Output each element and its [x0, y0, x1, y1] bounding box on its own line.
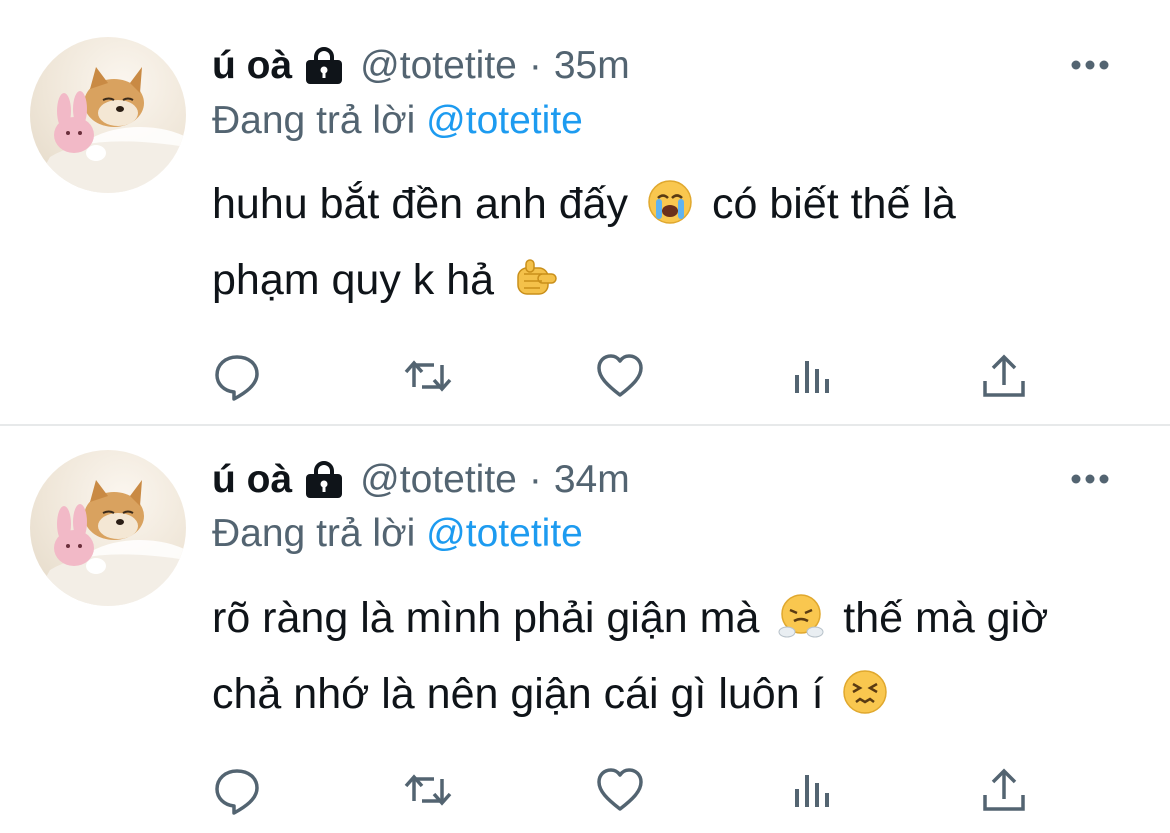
text-segment: chả nhớ là nên giận cái gì luôn í: [212, 670, 824, 718]
share-button[interactable]: [974, 760, 1034, 820]
retweet-button[interactable]: [398, 346, 458, 406]
retweet-icon: [403, 765, 453, 815]
tweet-header: ú oà @totetite · 35m: [212, 38, 630, 94]
separator-dot: ·: [528, 458, 542, 501]
timestamp[interactable]: 35m: [554, 44, 630, 88]
reply-icon: [212, 351, 262, 401]
text-line: huhu bắt đền anh đấy có biết thế là: [212, 166, 1142, 242]
text-segment: rõ ràng là mình phải giận mà: [212, 594, 760, 642]
like-icon: [595, 351, 645, 401]
action-bar: [0, 346, 1170, 406]
like-icon: [595, 765, 645, 815]
tweet[interactable]: ú oà @totetite · 34m Đang trả lời @totet…: [0, 426, 1170, 833]
action-bar: [0, 760, 1170, 820]
confounded-face-emoji: [841, 668, 889, 716]
replying-to: Đang trả lời @totetite: [212, 99, 583, 143]
text-segment: thế mà giờ: [843, 594, 1049, 642]
text-segment: phạm quy k hả: [212, 256, 495, 304]
reply-prefix: Đang trả lời: [212, 512, 416, 555]
backhand-index-pointing-emoji: [512, 254, 560, 302]
avatar[interactable]: [30, 37, 186, 193]
avatar[interactable]: [30, 450, 186, 606]
reply-button[interactable]: [207, 346, 267, 406]
share-icon: [979, 351, 1029, 401]
share-icon: [979, 765, 1029, 815]
text-line: rõ ràng là mình phải giận mà thế mà giờ: [212, 580, 1142, 656]
views-icon: [787, 351, 837, 401]
views-icon: [787, 765, 837, 815]
reply-icon: [212, 765, 262, 815]
views-button[interactable]: [782, 346, 842, 406]
more-icon[interactable]: [1070, 472, 1110, 486]
like-button[interactable]: [590, 346, 650, 406]
text-line: phạm quy k hả: [212, 242, 1142, 318]
separator-dot: ·: [528, 44, 542, 87]
tweet-text: rõ ràng là mình phải giận mà thế mà giờ …: [212, 580, 1142, 732]
more-icon[interactable]: [1070, 58, 1110, 72]
text-segment: có biết thế là: [711, 180, 956, 228]
display-name[interactable]: ú oà: [212, 458, 292, 502]
user-handle[interactable]: @totetite: [360, 458, 517, 502]
face-with-steam-emoji: [777, 592, 825, 640]
display-name[interactable]: ú oà: [212, 44, 292, 88]
reply-to-handle[interactable]: @totetite: [426, 99, 583, 142]
timestamp[interactable]: 34m: [554, 458, 630, 502]
retweet-icon: [403, 351, 453, 401]
reply-prefix: Đang trả lời: [212, 99, 416, 142]
like-button[interactable]: [590, 760, 650, 820]
reply-to-handle[interactable]: @totetite: [426, 512, 583, 555]
lock-icon: [302, 460, 346, 500]
loudly-crying-face-emoji: [646, 178, 694, 226]
text-segment: huhu bắt đền anh đấy: [212, 180, 629, 228]
user-handle[interactable]: @totetite: [360, 44, 517, 88]
lock-icon: [302, 46, 346, 86]
reply-button[interactable]: [207, 760, 267, 820]
retweet-button[interactable]: [398, 760, 458, 820]
text-line: chả nhớ là nên giận cái gì luôn í: [212, 656, 1142, 732]
tweet[interactable]: ú oà @totetite · 35m Đang trả lời @totet…: [0, 0, 1170, 424]
views-button[interactable]: [782, 760, 842, 820]
tweet-text: huhu bắt đền anh đấy có biết thế là phạm…: [212, 166, 1142, 318]
tweet-header: ú oà @totetite · 34m: [212, 452, 630, 508]
replying-to: Đang trả lời @totetite: [212, 512, 583, 556]
share-button[interactable]: [974, 346, 1034, 406]
